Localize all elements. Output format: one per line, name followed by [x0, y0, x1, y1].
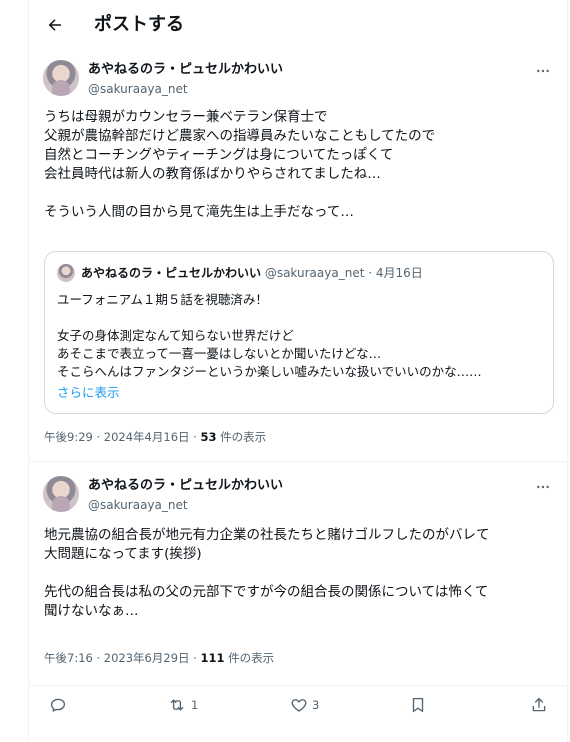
post-timestamp[interactable]: 午後7:16 · 2023年6月29日 · [44, 651, 200, 665]
views-count: 53 [200, 430, 217, 444]
share-icon [532, 697, 546, 712]
bookmark-button[interactable] [409, 686, 427, 724]
post-meta: 午後7:16 · 2023年6月29日 · 111 件の表示 [44, 650, 274, 666]
quoted-handle-date: @sakuraaya_net · 4月16日 [261, 266, 423, 280]
post-1: あやねるのラ・ピュセルかわいい @sakuraaya_net うちは母親がカウン… [29, 50, 567, 450]
more-icon [537, 485, 549, 489]
more-options-button[interactable] [533, 478, 553, 496]
post-text: うちは母親がカウンセラー兼ベテラン保育士で 父親が農協幹部だけど農家への指導員み… [44, 109, 436, 220]
views-label: 件の表示 [216, 430, 267, 444]
quoted-author-name: あやねるのラ・ピュセルかわいい [81, 266, 262, 280]
quoted-post[interactable]: あやねるのラ・ピュセルかわいい @sakuraaya_net · 4月16日 ユ… [44, 251, 554, 414]
avatar[interactable] [43, 476, 79, 512]
quoted-header: あやねるのラ・ピュセルかわいい @sakuraaya_net · 4月16日 [81, 265, 423, 281]
back-button[interactable] [41, 11, 69, 39]
page-title: ポストする [94, 14, 184, 35]
views-label: 件の表示 [224, 651, 275, 665]
quoted-avatar [57, 264, 75, 282]
more-icon [537, 69, 549, 73]
like-count: 3 [312, 698, 320, 712]
post-meta: 午後9:29 · 2024年4月16日 · 53 件の表示 [44, 429, 266, 445]
avatar[interactable] [43, 60, 79, 96]
post-timestamp[interactable]: 午後9:29 · 2024年4月16日 · [44, 430, 200, 444]
post-detail-screen: ポストする あやねるのラ・ピュセルかわいい @sakuraaya_net うちは… [0, 0, 570, 742]
bookmark-icon [412, 697, 424, 713]
like-button[interactable]: 3 [290, 686, 319, 724]
author-handle[interactable]: @sakuraaya_net [88, 497, 188, 513]
reply-icon [50, 698, 66, 712]
author-name[interactable]: あやねるのラ・ピュセルかわいい [88, 61, 283, 79]
back-arrow-icon [48, 19, 61, 31]
show-more-link[interactable]: さらに表示 [57, 382, 120, 401]
post-text: 地元農協の組合長が地元有力企業の社長たちと賭けゴルフしたのがバレて 大問題になっ… [44, 527, 490, 619]
reply-button[interactable] [49, 686, 71, 724]
repost-button[interactable]: 1 [167, 686, 198, 724]
share-button[interactable] [530, 686, 548, 724]
post-2: あやねるのラ・ピュセルかわいい @sakuraaya_net 地元農協の組合長が… [29, 462, 567, 686]
quoted-text: ユーフォニアム１期５話を視聴済み！ 女子の身体測定なんて知らない世界だけど あそ… [57, 292, 482, 379]
author-name[interactable]: あやねるのラ・ピュセルかわいい [88, 477, 283, 495]
repost-count: 1 [191, 698, 199, 712]
views-count: 111 [200, 651, 225, 665]
column-border-right [567, 0, 568, 742]
more-options-button[interactable] [533, 62, 553, 80]
action-bar: 1 3 [29, 686, 567, 724]
header: ポストする [29, 0, 567, 50]
repost-icon [170, 699, 184, 711]
heart-icon [291, 699, 307, 712]
author-handle[interactable]: @sakuraaya_net [88, 81, 188, 97]
